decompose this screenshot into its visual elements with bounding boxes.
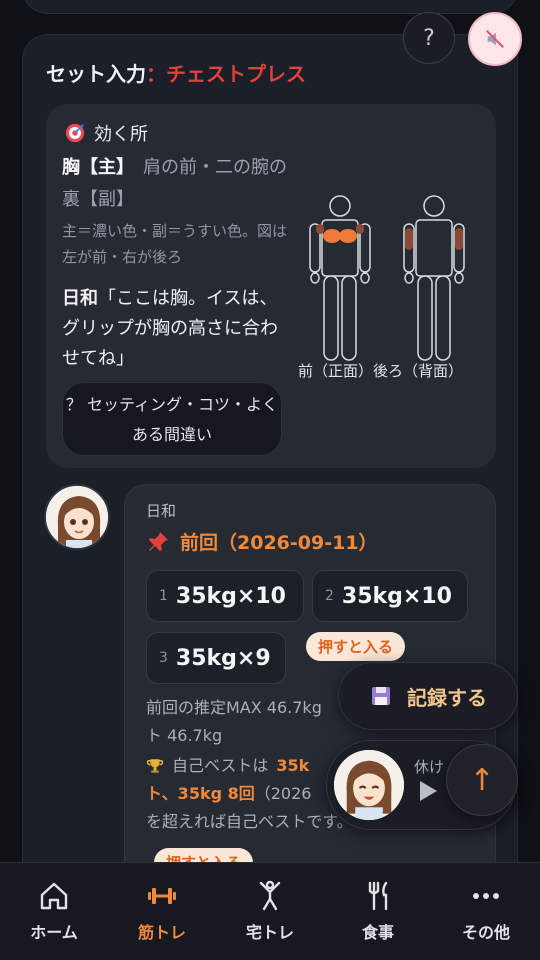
- triceps-left: [405, 228, 413, 250]
- dumbbell-icon: [148, 888, 176, 904]
- estimated-max-text: 前回の推定MAX 46.7kg ト 46.7kg: [146, 698, 322, 745]
- nav-strength-training[interactable]: 筋トレ: [108, 863, 216, 960]
- previous-card-bottom: [22, 0, 518, 14]
- exercise-name: チェストプレス: [166, 62, 306, 86]
- front-delt-left: [316, 224, 324, 234]
- nav-more[interactable]: その他: [432, 863, 540, 960]
- arrow-up-icon: ↑: [469, 762, 495, 798]
- fork-knife-icon: [368, 881, 388, 911]
- chest-right-muscle: [339, 229, 357, 243]
- set-input-title: セット入力：チェストプレス: [46, 62, 306, 86]
- scroll-to-top-button[interactable]: ↑: [446, 744, 518, 816]
- figure-legend: 主＝濃い色・副＝うすい色。図は左が前・右が後ろ: [62, 222, 288, 266]
- speaker-muted-icon: [486, 30, 504, 48]
- tap-to-fill-chip[interactable]: 押すと入る: [306, 632, 406, 661]
- front-delt-right: [356, 224, 364, 234]
- muscle-description: 胸【主】 肩の前・二の腕の裏【副】: [62, 157, 287, 210]
- mute-button[interactable]: [468, 12, 522, 66]
- floppy-disk-icon: [372, 687, 390, 705]
- previous-set-1[interactable]: 1 35kg×10: [146, 570, 304, 622]
- previous-session-heading: 前回（2026-09-11）: [146, 528, 378, 555]
- target-icon: [65, 123, 85, 143]
- chest-left-muscle: [323, 229, 341, 243]
- home-icon: [40, 882, 68, 910]
- record-button[interactable]: 記録する: [338, 662, 518, 730]
- chat-speaker-name: 日和: [146, 502, 177, 520]
- hiyori-quote: 日和「ここは胸。イスは、グリップが胸の高さに合わせてね」: [62, 288, 278, 369]
- play-icon[interactable]: [418, 780, 438, 802]
- more-dots-icon: [473, 893, 499, 899]
- nav-home-workout[interactable]: 宅トレ: [216, 863, 324, 960]
- effect-heading: 効く所: [64, 120, 148, 146]
- bottom-navigation: ホーム 筋トレ 宅トレ 食事 その他: [0, 862, 540, 960]
- previous-set-2[interactable]: 2 35kg×10: [312, 570, 468, 622]
- nav-meals[interactable]: 食事: [324, 863, 432, 960]
- pushpin-icon: [149, 531, 168, 551]
- stretch-person-icon: [259, 880, 281, 911]
- nav-home[interactable]: ホーム: [0, 863, 108, 960]
- setting-tips-button[interactable]: ？ セッティング・コツ・よくある間違い: [62, 382, 282, 456]
- hiyori-avatar: [44, 484, 110, 550]
- triceps-right: [455, 228, 463, 250]
- figure-labels: 前（正面）後ろ（背面）: [298, 362, 464, 380]
- muscle-diagram: [309, 195, 465, 361]
- trophy-icon: [146, 759, 164, 773]
- rest-timer-avatar: [334, 750, 404, 820]
- previous-set-3[interactable]: 3 35kg×9: [146, 632, 286, 684]
- help-button[interactable]: ?: [403, 12, 455, 64]
